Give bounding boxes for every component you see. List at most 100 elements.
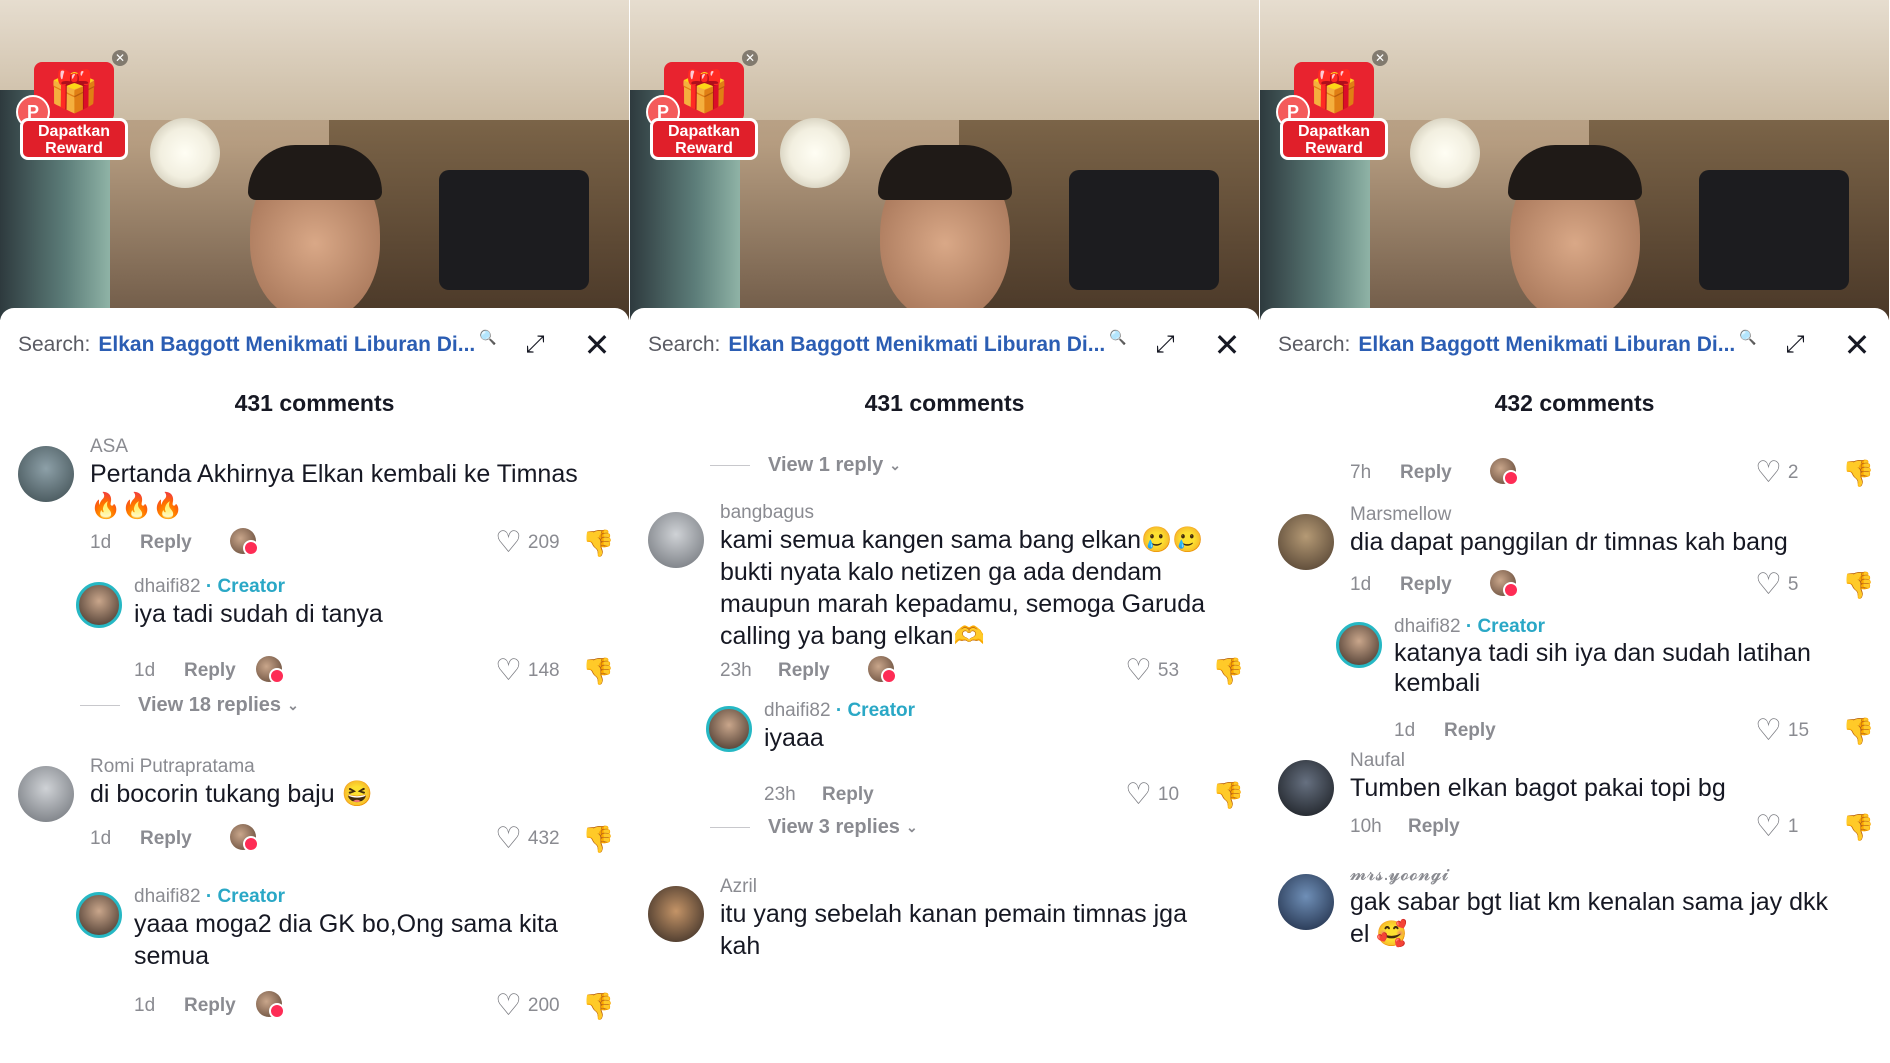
dislike-icon[interactable]: 👎 [1842, 812, 1874, 842]
comment-list[interactable]: ASA Pertanda Akhirnya Elkan kembali ke T… [0, 436, 629, 1063]
view-replies-label: View 3 replies [768, 816, 900, 838]
comment-meta: 10h Reply ♡ 1 👎 [1350, 812, 1880, 843]
comment-username[interactable]: dhaifi82 · Creator [1394, 616, 1545, 638]
reply-button[interactable]: Reply [1408, 816, 1460, 838]
heart-icon: ♡ [495, 989, 522, 1022]
creator-liked-badge [256, 656, 285, 684]
like-button[interactable]: ♡ 2 [1755, 458, 1798, 488]
expand-icon[interactable]: ⤢ [1150, 330, 1180, 360]
comment-username[interactable]: Azril [720, 876, 757, 898]
comment-username[interactable]: Romi Putrapratama [90, 756, 255, 778]
comment-username[interactable]: dhaifi82 · Creator [134, 886, 285, 908]
reward-widget[interactable]: 🎁 P Dapatkan Reward ✕ [1274, 50, 1392, 162]
creator-liked-badge [230, 528, 259, 556]
reward-close-icon[interactable]: ✕ [112, 50, 128, 66]
like-button[interactable]: ♡ 10 [1125, 780, 1179, 810]
dislike-icon[interactable]: 👎 [1842, 570, 1874, 600]
video-person-hair [248, 145, 382, 200]
avatar[interactable] [18, 446, 74, 502]
close-icon[interactable]: ✕ [1210, 328, 1244, 362]
view-replies-button[interactable]: View 1 reply ⌄ [710, 454, 901, 477]
like-button[interactable]: ♡ 5 [1755, 570, 1798, 600]
reward-widget[interactable]: 🎁 P Dapatkan Reward ✕ [644, 50, 762, 162]
reply-button[interactable]: Reply [184, 995, 236, 1017]
like-button[interactable]: ♡ 1 [1755, 812, 1798, 842]
dislike-icon[interactable]: 👎 [1212, 656, 1244, 686]
video-person-hair [878, 145, 1012, 200]
reward-close-icon[interactable]: ✕ [742, 50, 758, 66]
comment-meta: 1d Reply ♡ 200 👎 [134, 991, 620, 1022]
reply-button[interactable]: Reply [184, 660, 236, 682]
dislike-icon[interactable]: 👎 [582, 528, 614, 558]
reply-button[interactable]: Reply [1400, 462, 1452, 484]
search-query-link[interactable]: Elkan Baggott Menikmati Liburan Di... [1358, 333, 1735, 357]
expand-icon[interactable]: ⤢ [1780, 330, 1810, 360]
like-count: 432 [527, 828, 560, 849]
avatar[interactable] [1278, 514, 1334, 570]
avatar[interactable] [1336, 622, 1382, 668]
comment-list[interactable]: View 1 reply ⌄ bangbagus kami semua kange… [630, 436, 1259, 1063]
avatar[interactable] [18, 766, 74, 822]
comment-time: 1d [90, 532, 112, 553]
heart-icon: ♡ [1755, 568, 1782, 601]
reply-button[interactable]: Reply [822, 784, 874, 806]
like-button[interactable]: ♡ 209 [495, 528, 560, 558]
like-button[interactable]: ♡ 148 [495, 656, 560, 686]
view-replies-label: View 1 reply [768, 454, 884, 476]
dislike-icon[interactable]: 👎 [582, 824, 614, 854]
comments-panel-1: 🎁 P Dapatkan Reward ✕ Search: Elkan Bagg… [0, 0, 629, 1063]
view-replies-button[interactable]: View 18 replies ⌄ [80, 694, 299, 717]
like-count: 148 [527, 660, 560, 681]
avatar[interactable] [706, 706, 752, 752]
like-button[interactable]: ♡ 53 [1125, 656, 1179, 686]
reward-close-icon[interactable]: ✕ [1372, 50, 1388, 66]
view-replies-button[interactable]: View 3 replies ⌄ [710, 816, 918, 839]
reply-button[interactable]: Reply [1444, 720, 1496, 742]
comment-username[interactable]: Marsmellow [1350, 504, 1451, 526]
close-icon[interactable]: ✕ [580, 328, 614, 362]
reply-button[interactable]: Reply [140, 532, 192, 554]
dislike-icon[interactable]: 👎 [582, 656, 614, 686]
comment-sheet: Search: Elkan Baggott Menikmati Liburan … [630, 308, 1259, 1063]
like-count: 2 [1787, 462, 1799, 483]
reply-button[interactable]: Reply [778, 660, 830, 682]
chevron-down-icon: ⌄ [889, 457, 901, 473]
close-icon[interactable]: ✕ [1840, 328, 1874, 362]
reply-button[interactable]: Reply [140, 828, 192, 850]
expand-icon[interactable]: ⤢ [520, 330, 550, 360]
comment-username[interactable]: dhaifi82 · Creator [134, 576, 285, 598]
like-button[interactable]: ♡ 15 [1755, 716, 1809, 746]
comment-time: 1d [90, 828, 112, 849]
avatar[interactable] [1278, 760, 1334, 816]
comment-time: 23h [720, 660, 752, 681]
username-text: dhaifi82 [1394, 616, 1461, 637]
avatar[interactable] [76, 582, 122, 628]
comment-username[interactable]: 𝓶𝓻𝓼.𝔂𝓸𝓸𝓷𝓰𝓲 [1350, 864, 1449, 886]
avatar[interactable] [76, 892, 122, 938]
like-count: 1 [1787, 816, 1799, 837]
avatar[interactable] [648, 512, 704, 568]
dislike-icon[interactable]: 👎 [1212, 780, 1244, 810]
dislike-icon[interactable]: 👎 [1842, 716, 1874, 746]
search-query-link[interactable]: Elkan Baggott Menikmati Liburan Di... [98, 333, 475, 357]
comment-username[interactable]: Naufal [1350, 750, 1405, 772]
like-button[interactable]: ♡ 432 [495, 824, 560, 854]
dislike-icon[interactable]: 👎 [582, 991, 614, 1021]
avatar[interactable] [648, 886, 704, 942]
heart-icon: ♡ [495, 526, 522, 559]
reward-widget[interactable]: 🎁 P Dapatkan Reward ✕ [14, 50, 132, 162]
comment-text: yaaa moga2 dia GK bo,Ong sama kita semua [134, 910, 558, 970]
search-query-link[interactable]: Elkan Baggott Menikmati Liburan Di... [728, 333, 1105, 357]
avatar[interactable] [1278, 874, 1334, 930]
comment-username[interactable]: dhaifi82 · Creator [764, 700, 915, 722]
comment-time: 23h [764, 784, 796, 805]
comment-list[interactable]: 7h Reply ♡ 2 👎 Marsmellow dia dapat pangg… [1260, 436, 1889, 1063]
like-button[interactable]: ♡ 200 [495, 991, 560, 1021]
comment-username[interactable]: ASA [90, 436, 128, 458]
reply-button[interactable]: Reply [1400, 574, 1452, 596]
dislike-icon[interactable]: 👎 [1842, 458, 1874, 488]
comment-sheet: Search: Elkan Baggott Menikmati Liburan … [1260, 308, 1889, 1063]
comment-username[interactable]: bangbagus [720, 502, 814, 524]
comment-text: katanya tadi sih iya dan sudah latihan k… [1394, 639, 1811, 697]
reward-label: Dapatkan Reward [1280, 118, 1388, 160]
